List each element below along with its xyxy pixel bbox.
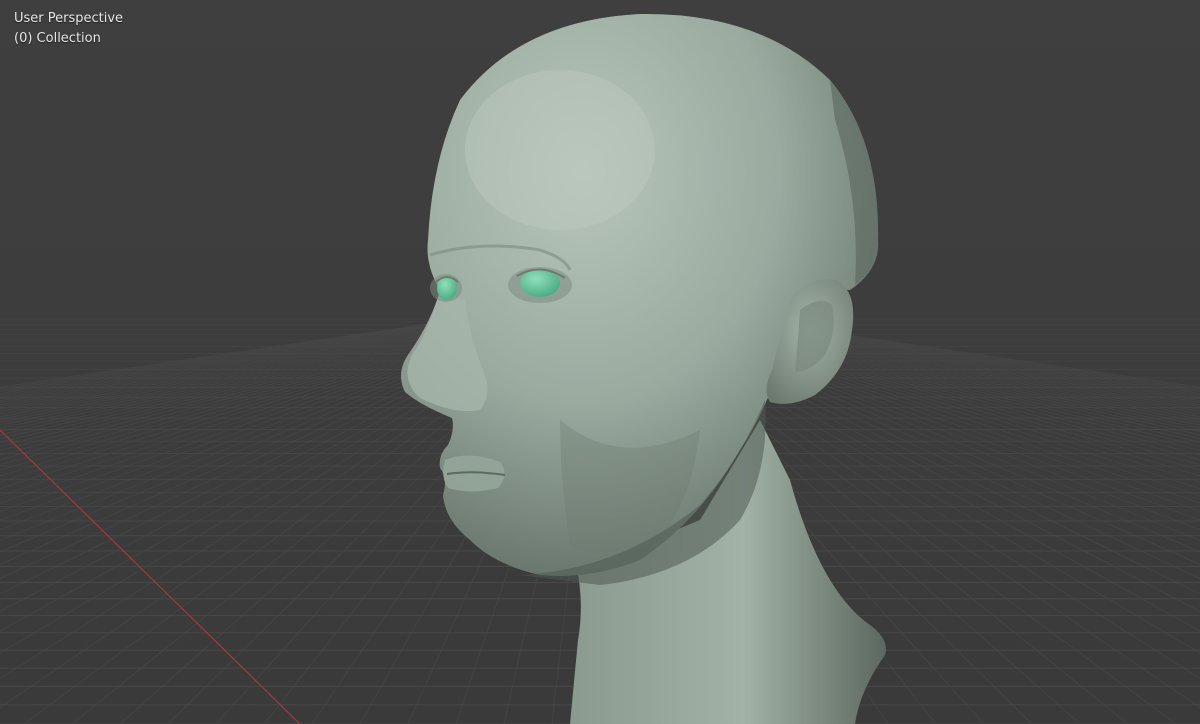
3d-viewport[interactable]: User Perspective (0) Collection [0,0,1200,724]
collection-label: (0) Collection [14,31,101,46]
view-mode-label: User Perspective [14,11,124,26]
viewport-info-overlay: User Perspective (0) Collection [14,9,123,49]
forehead-highlight [465,70,655,230]
head-model[interactable] [401,13,886,724]
viewport-scene[interactable] [0,0,1200,724]
